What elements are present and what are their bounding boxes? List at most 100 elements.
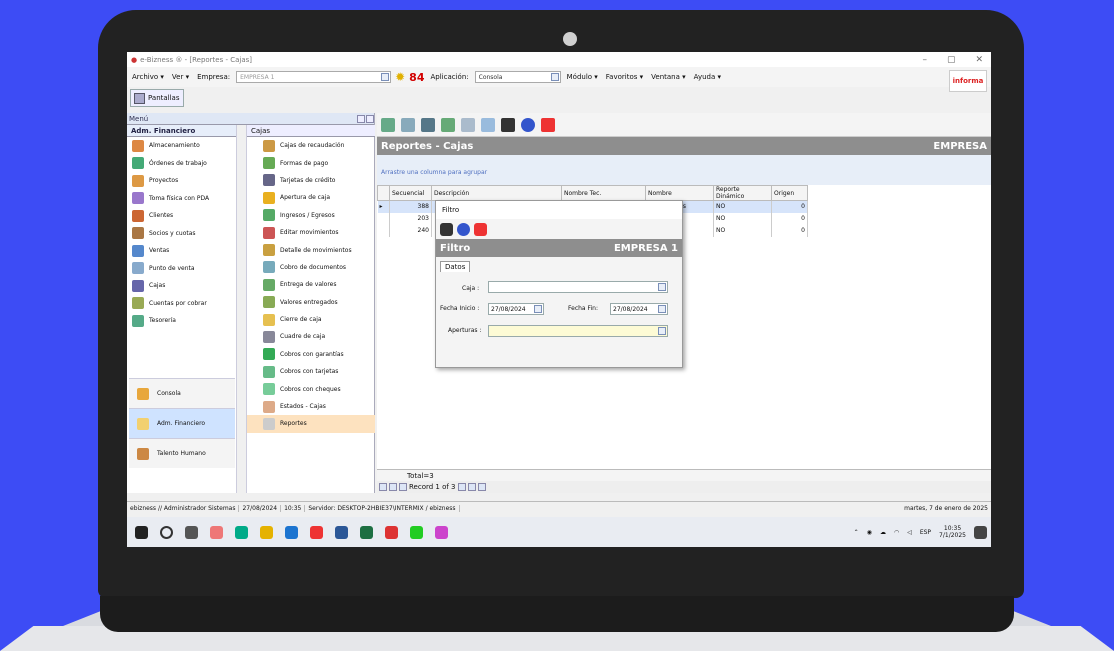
clock[interactable]: 10:35 7/1/2025 xyxy=(939,525,966,539)
submenu-item[interactable]: Editar movimientos xyxy=(247,224,375,241)
prev-record-button[interactable] xyxy=(399,483,407,491)
wifi-icon[interactable]: ◠ xyxy=(894,529,899,536)
first-record-button[interactable] xyxy=(379,483,387,491)
language-indicator[interactable]: ESP xyxy=(920,529,931,536)
submenu-item[interactable]: Cierre de caja xyxy=(247,311,375,328)
search-icon[interactable] xyxy=(160,525,173,539)
submenu-item[interactable]: Valores entregados xyxy=(247,294,375,311)
volume-icon[interactable]: ◁ xyxy=(907,529,912,536)
calendar-dropdown-icon[interactable] xyxy=(534,305,542,313)
binoculars-icon[interactable] xyxy=(501,117,515,132)
task-view-icon[interactable] xyxy=(185,525,198,539)
chevron-up-icon[interactable]: ⌃ xyxy=(854,529,859,536)
lightbulb-icon[interactable]: ✹ xyxy=(395,70,405,84)
consola-button[interactable]: Consola xyxy=(129,378,235,408)
pantallas-button[interactable]: Pantallas xyxy=(130,89,184,107)
binoculars-icon[interactable] xyxy=(440,222,453,236)
help-icon[interactable] xyxy=(457,222,470,236)
submenu-item[interactable]: Estados - Cajas xyxy=(247,398,375,415)
submenu-item[interactable]: Cobros con cheques xyxy=(247,380,375,397)
aperturas-field[interactable] xyxy=(488,325,668,337)
power-icon[interactable] xyxy=(541,117,555,132)
menu-archivo[interactable]: Archivo ▾ xyxy=(130,73,166,81)
word-icon[interactable] xyxy=(335,525,348,539)
table-icon[interactable] xyxy=(441,117,455,132)
menu-modulo[interactable]: Módulo ▾ xyxy=(565,73,600,81)
submenu-item[interactable]: Formas de pago xyxy=(247,154,375,171)
app-icon[interactable] xyxy=(435,525,448,539)
submenu-item[interactable]: Reportes xyxy=(247,415,375,433)
maximize-button[interactable]: ▢ xyxy=(947,55,956,65)
col-header[interactable]: Nombre xyxy=(645,185,714,201)
module-item[interactable]: Socios y cuotas xyxy=(127,225,236,243)
submenu-item[interactable]: Cuadre de caja xyxy=(247,328,375,345)
menu-favoritos[interactable]: Favoritos ▾ xyxy=(604,73,645,81)
col-header[interactable]: Secuencial xyxy=(389,185,432,201)
submenu-item[interactable]: Ingresos / Egresos xyxy=(247,207,375,224)
prev-page-button[interactable] xyxy=(389,483,397,491)
copilot-icon[interactable] xyxy=(210,525,223,539)
submenu-item[interactable]: Apertura de caja xyxy=(247,189,375,206)
caja-field[interactable] xyxy=(488,281,668,293)
document-icon[interactable] xyxy=(461,117,475,132)
edge-icon[interactable] xyxy=(235,525,248,539)
next-page-button[interactable] xyxy=(467,483,476,491)
chevron-down-icon[interactable] xyxy=(658,283,666,291)
minimize-button[interactable]: – xyxy=(922,55,927,65)
chrome-profile-icon[interactable] xyxy=(385,525,398,539)
close-panel-icon[interactable] xyxy=(366,114,374,123)
network-icon[interactable]: ◉ xyxy=(867,529,872,536)
windows-start-icon[interactable] xyxy=(135,525,148,539)
fecha-fin-field[interactable]: 27/08/2024 xyxy=(610,303,668,315)
chevron-down-icon[interactable] xyxy=(550,73,559,81)
excel-icon[interactable] xyxy=(360,525,373,539)
tab-datos[interactable]: Datos xyxy=(440,261,471,272)
help-icon[interactable] xyxy=(521,117,535,132)
fecha-inicio-field[interactable]: 27/08/2024 xyxy=(488,303,544,315)
export-icon[interactable] xyxy=(481,117,495,132)
whatsapp-icon[interactable] xyxy=(410,525,423,539)
close-button[interactable]: ✕ xyxy=(975,55,983,65)
module-item[interactable]: Órdenes de trabajo xyxy=(127,155,236,173)
module-item[interactable]: Toma física con PDA xyxy=(127,190,236,208)
submenu-item[interactable]: Detalle de movimientos xyxy=(247,241,375,258)
menu-ventana[interactable]: Ventana ▾ xyxy=(649,73,688,81)
empresa-select[interactable]: EMPRESA 1 xyxy=(236,71,392,83)
col-header[interactable]: Origen xyxy=(771,185,808,201)
notifications-icon[interactable] xyxy=(974,525,987,539)
module-item[interactable]: Clientes xyxy=(127,207,236,225)
menu-ver[interactable]: Ver ▾ xyxy=(170,73,191,81)
submenu-item[interactable]: Cajas de recaudación xyxy=(247,137,375,154)
calendar-dropdown-icon[interactable] xyxy=(658,305,666,313)
module-item[interactable]: Cajas xyxy=(127,277,236,295)
module-item[interactable]: Proyectos xyxy=(127,172,236,190)
last-record-button[interactable] xyxy=(477,483,486,491)
chevron-down-icon[interactable] xyxy=(381,73,390,81)
chrome-icon[interactable] xyxy=(310,525,323,539)
power-icon[interactable] xyxy=(474,222,487,236)
menu-ayuda[interactable]: Ayuda ▾ xyxy=(692,73,723,81)
comment-icon[interactable] xyxy=(401,117,415,132)
file-explorer-icon[interactable] xyxy=(260,525,273,539)
col-header[interactable]: Reporte Dinámico xyxy=(713,185,772,201)
submenu-item[interactable]: Cobro de documentos xyxy=(247,259,375,276)
grid-icon[interactable] xyxy=(421,117,435,132)
adm-financiero-button[interactable]: Adm. Financiero xyxy=(129,408,235,438)
talento-humano-button[interactable]: Talento Humano xyxy=(129,438,235,468)
col-header[interactable]: Nombre Tec. xyxy=(561,185,646,201)
submenu-item[interactable]: Entrega de valores xyxy=(247,276,375,293)
module-item[interactable]: Tesorería xyxy=(127,312,236,330)
submenu-item[interactable]: Cobros con tarjetas xyxy=(247,363,375,380)
chevron-down-icon[interactable] xyxy=(658,327,666,335)
group-by-area[interactable]: Arrastre una columna para agrupar xyxy=(377,155,991,185)
submenu-item[interactable]: Tarjetas de crédito xyxy=(247,172,375,189)
module-item[interactable]: Cuentas por cobrar xyxy=(127,295,236,313)
cloud-icon[interactable]: ☁ xyxy=(880,529,886,536)
aplicacion-select[interactable]: Consola xyxy=(474,71,561,83)
col-header[interactable]: Descripción xyxy=(431,185,562,201)
pin-icon[interactable] xyxy=(357,114,365,123)
tools-icon[interactable] xyxy=(381,117,395,132)
outlook-icon[interactable] xyxy=(285,525,298,539)
submenu-item[interactable]: Cobros con garantías xyxy=(247,346,375,363)
module-item[interactable]: Punto de venta xyxy=(127,260,236,278)
